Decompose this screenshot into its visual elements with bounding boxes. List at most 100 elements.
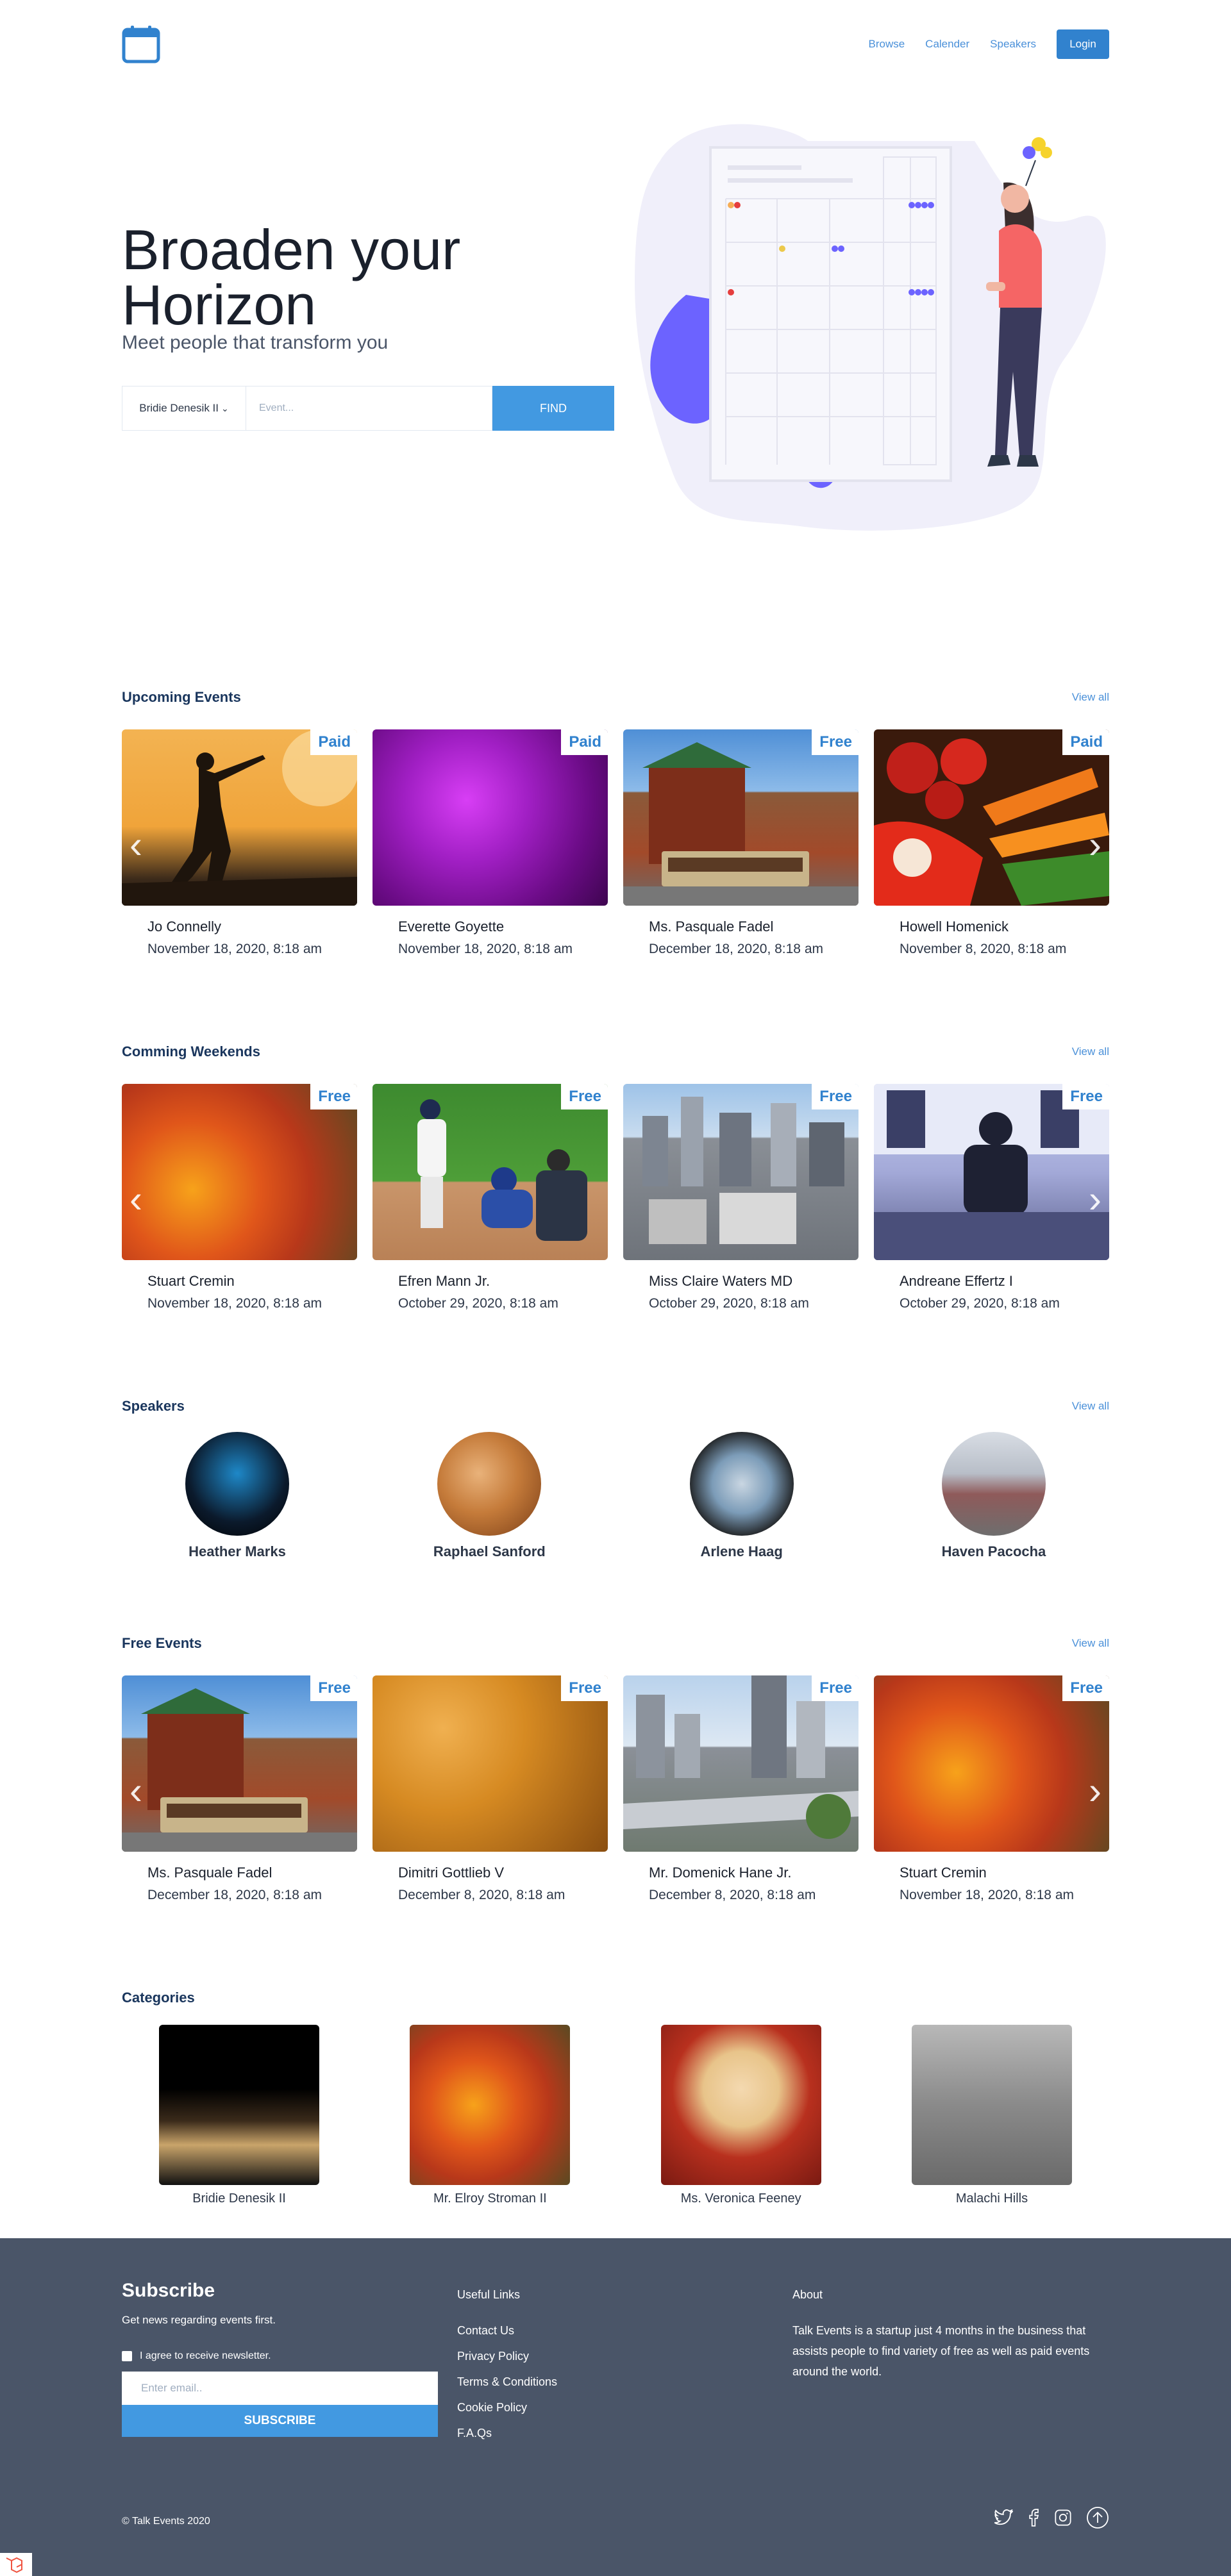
chevron-right-icon[interactable]: › (1089, 1180, 1101, 1218)
hero-title: Broaden your Horizon (122, 218, 461, 337)
price-tag: Free (310, 1675, 357, 1701)
free-events-title: Free Events (122, 1635, 202, 1651)
category-name: Bridie Denesik II (192, 2191, 286, 2206)
chevron-right-icon[interactable]: › (1089, 826, 1101, 864)
speaker-card[interactable]: Heather Marks (160, 1432, 314, 1560)
categories-title: Categories (122, 1990, 195, 2006)
event-card[interactable]: Free Miss Claire Waters MD October 29, 2… (623, 1084, 858, 1311)
event-card[interactable]: Paid Howell Homenick November 8, 2020, 8… (874, 729, 1109, 957)
category-select-value: Bridie Denesik II (139, 402, 219, 414)
event-card[interactable]: Free Dimitri Gottlieb V December 8, 2020… (373, 1675, 608, 1903)
upcoming-events-title: Upcoming Events (122, 689, 241, 705)
speakers-view-all-link[interactable]: View all (1072, 1400, 1109, 1413)
category-card[interactable]: Ms. Veronica Feeney (660, 2025, 821, 2206)
login-button[interactable]: Login (1057, 29, 1109, 59)
subscribe-button[interactable]: SUBSCRIBE (122, 2405, 438, 2437)
free-view-all-link[interactable]: View all (1072, 1637, 1109, 1650)
category-card[interactable]: Malachi Hills (911, 2025, 1072, 2206)
checkbox-box[interactable] (122, 2351, 132, 2361)
event-image: Free (623, 1675, 858, 1852)
event-card[interactable]: Free Mr. Domenick Hane Jr. December 8, 2… (623, 1675, 858, 1903)
nav-speakers[interactable]: Speakers (990, 38, 1036, 51)
event-card[interactable]: Paid Jo Connelly November 18, 2020, 8:18… (122, 729, 357, 957)
speaker-card[interactable]: Haven Pacocha (917, 1432, 1071, 1560)
event-card[interactable]: Paid Everette Goyette November 18, 2020,… (373, 729, 608, 957)
speaker-avatar (185, 1432, 289, 1536)
nav-browse[interactable]: Browse (868, 38, 905, 51)
upcoming-view-all-link[interactable]: View all (1072, 691, 1109, 704)
chevron-left-icon[interactable]: ‹ (130, 826, 142, 864)
categories-section: Categories Bridie Denesik II Mr. Elroy S… (122, 1985, 1109, 2206)
price-tag: Paid (561, 729, 608, 755)
footer-link-privacy[interactable]: Privacy Policy (457, 2348, 557, 2364)
speaker-name: Heather Marks (188, 1543, 286, 1559)
main-nav: Browse Calender Speakers Login (868, 29, 1109, 59)
event-name: Andreane Effertz I (900, 1273, 1013, 1289)
speakers-title: Speakers (122, 1398, 185, 1414)
event-name: Miss Claire Waters MD (649, 1273, 793, 1289)
event-card[interactable]: Free Ms. Pasquale Fadel December 18, 202… (623, 729, 858, 957)
price-tag: Free (1062, 1675, 1109, 1701)
twitter-icon[interactable] (994, 2509, 1014, 2529)
price-tag: Paid (310, 729, 357, 755)
event-image: Free (122, 1675, 357, 1852)
price-tag: Free (561, 1675, 608, 1701)
event-image: Paid (874, 729, 1109, 906)
find-button[interactable]: FIND (492, 386, 614, 431)
price-tag: Free (561, 1084, 608, 1109)
category-image (911, 2025, 1072, 2185)
category-name: Malachi Hills (955, 2191, 1028, 2206)
facebook-icon[interactable] (1027, 2509, 1040, 2530)
email-field[interactable] (122, 2372, 438, 2405)
chevron-left-icon[interactable]: ‹ (130, 1180, 142, 1218)
nav-calender[interactable]: Calender (925, 38, 969, 51)
chevron-left-icon[interactable]: ‹ (130, 1772, 142, 1810)
event-date: December 8, 2020, 8:18 am (649, 1888, 816, 1902)
event-date: November 18, 2020, 8:18 am (398, 942, 573, 956)
event-search-input[interactable] (246, 386, 492, 431)
header: Browse Calender Speakers Login (122, 0, 1109, 90)
category-card[interactable]: Bridie Denesik II (159, 2025, 319, 2206)
category-name: Ms. Veronica Feeney (680, 2191, 801, 2206)
speaker-card[interactable]: Raphael Sanford (412, 1432, 566, 1560)
event-card[interactable]: Free Stuart Cremin November 18, 2020, 8:… (874, 1675, 1109, 1903)
coming-weekends-title: Comming Weekends (122, 1043, 260, 1059)
event-name: Dimitri Gottlieb V (398, 1865, 505, 1881)
event-image: Free (373, 1084, 608, 1260)
category-image (660, 2025, 821, 2185)
footer-link-terms[interactable]: Terms & Conditions (457, 2374, 557, 2389)
footer: Subscribe Get news regarding events firs… (0, 2238, 1231, 2576)
category-image (410, 2025, 571, 2185)
event-card[interactable]: Free Efren Mann Jr. October 29, 2020, 8:… (373, 1084, 608, 1311)
event-card[interactable]: Free Stuart Cremin November 18, 2020, 8:… (122, 1084, 357, 1311)
newsletter-checkbox[interactable]: I agree to receive newsletter. (122, 2350, 271, 2362)
calendar-icon[interactable] (122, 24, 160, 64)
event-card[interactable]: Free Ms. Pasquale Fadel December 18, 202… (122, 1675, 357, 1903)
event-image: Paid (373, 729, 608, 906)
arrow-up-icon[interactable] (1086, 2506, 1109, 2532)
footer-link-contact[interactable]: Contact Us (457, 2323, 557, 2338)
speaker-name: Raphael Sanford (433, 1543, 546, 1559)
footer-link-cookie[interactable]: Cookie Policy (457, 2400, 557, 2415)
event-name: Jo Connelly (147, 918, 221, 935)
category-image (159, 2025, 319, 2185)
speaker-card[interactable]: Arlene Haag (665, 1432, 819, 1560)
speaker-name: Arlene Haag (700, 1543, 783, 1559)
speaker-name: Haven Pacocha (941, 1543, 1046, 1559)
chevron-right-icon[interactable]: › (1089, 1772, 1101, 1810)
footer-link-faqs[interactable]: F.A.Qs (457, 2425, 557, 2441)
weekends-view-all-link[interactable]: View all (1072, 1045, 1109, 1058)
event-name: Everette Goyette (398, 918, 505, 935)
event-image: Paid (122, 729, 357, 906)
coming-weekends-section: Comming Weekends View all ‹ Free Stuart … (122, 1039, 1109, 1311)
event-card[interactable]: Free Andreane Effertz I October 29, 2020… (874, 1084, 1109, 1311)
category-select[interactable]: Bridie Denesik II ⌄ (122, 386, 246, 431)
price-tag: Paid (1062, 729, 1109, 755)
hero: Broaden your Horizon Meet people that tr… (122, 90, 1109, 570)
instagram-icon[interactable] (1054, 2509, 1072, 2530)
category-card[interactable]: Mr. Elroy Stroman II (410, 2025, 571, 2206)
categories-list: Bridie Denesik II Mr. Elroy Stroman II M… (122, 2025, 1109, 2206)
category-name: Mr. Elroy Stroman II (433, 2191, 547, 2206)
laravel-icon (0, 2553, 32, 2576)
social-links (980, 2506, 1109, 2532)
